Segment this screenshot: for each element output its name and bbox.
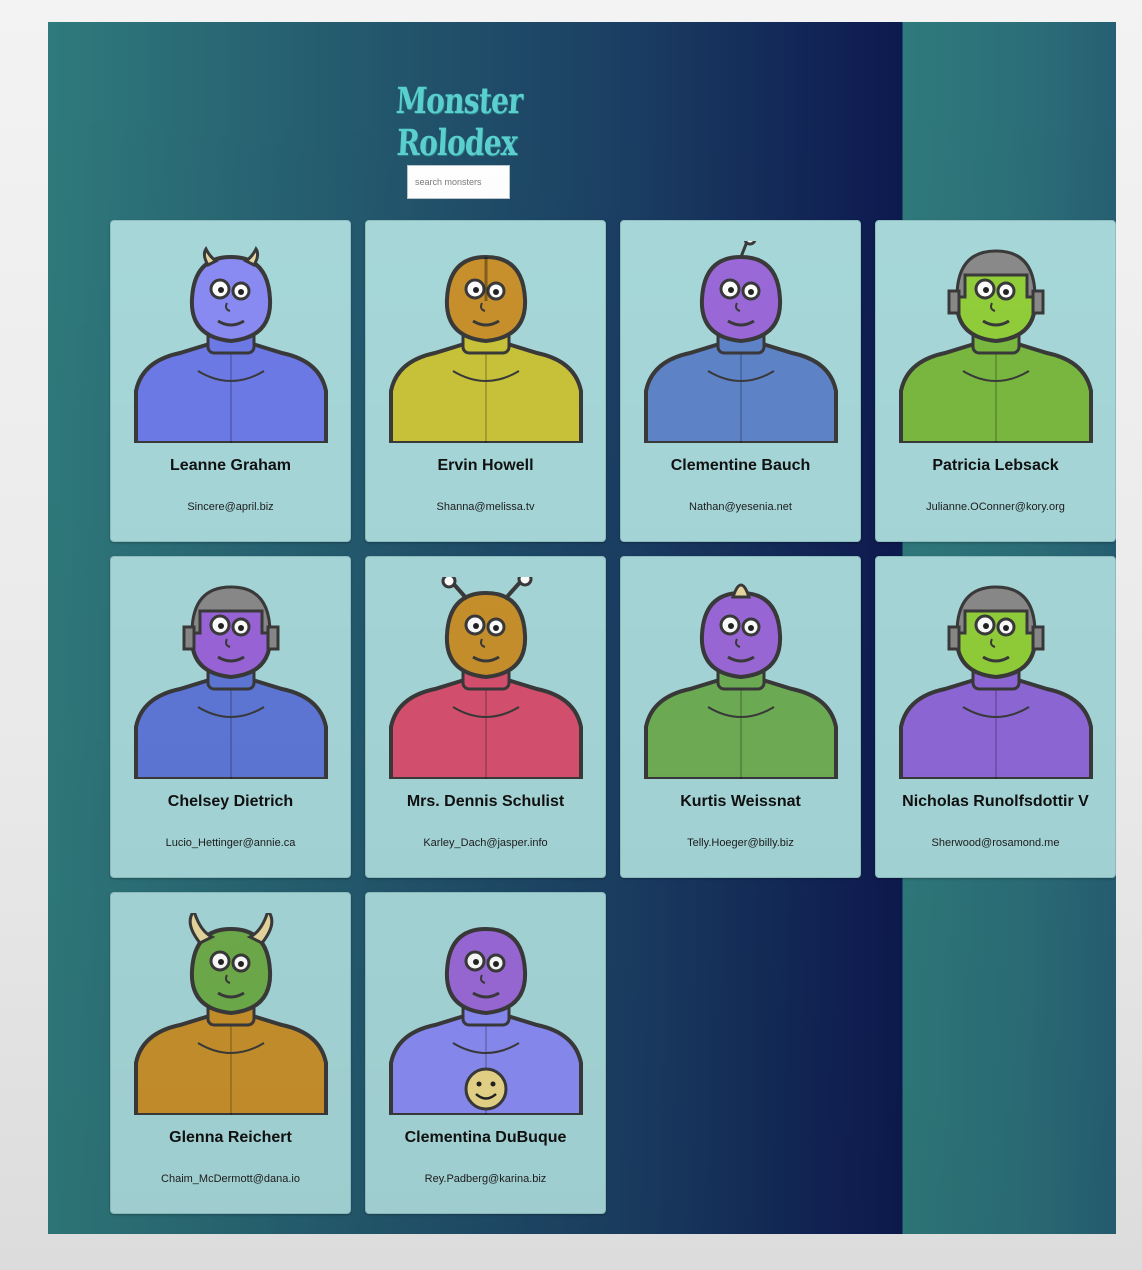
monster-avatar-image: [899, 585, 1093, 779]
monster-name: Clementina DuBuque: [404, 1129, 567, 1146]
monster-avatar-image: [134, 585, 328, 779]
monster-name: Ervin Howell: [437, 457, 534, 474]
search-input[interactable]: [407, 165, 510, 199]
monster-avatar-image: [389, 254, 583, 443]
page-title: Monster Rolodex: [394, 80, 524, 164]
monster-name: Glenna Reichert: [169, 1129, 292, 1146]
monster-card[interactable]: Mrs. Dennis Schulist Karley_Dach@jasper.…: [365, 556, 606, 878]
monster-card[interactable]: Clementine Bauch Nathan@yesenia.net: [620, 220, 861, 542]
monster-avatar-image: [134, 913, 328, 1115]
monster-avatar-image: [644, 241, 838, 443]
monster-card[interactable]: Kurtis Weissnat Telly.Hoeger@billy.biz: [620, 556, 861, 878]
monster-avatar-image: [644, 583, 838, 779]
monster-email: Nathan@yesenia.net: [689, 501, 792, 513]
monster-card[interactable]: Clementina DuBuque Rey.Padberg@karina.bi…: [365, 892, 606, 1214]
monster-name: Clementine Bauch: [670, 457, 811, 474]
monster-card[interactable]: Chelsey Dietrich Lucio_Hettinger@annie.c…: [110, 556, 351, 878]
monster-card[interactable]: Leanne Graham Sincere@april.biz: [110, 220, 351, 542]
monster-card[interactable]: Nicholas Runolfsdottir V Sherwood@rosamo…: [875, 556, 1116, 878]
monster-avatar-image: [389, 577, 583, 779]
monster-name: Patricia Lebsack: [932, 457, 1059, 474]
monster-name: Kurtis Weissnat: [680, 793, 801, 810]
monster-email: Sincere@april.biz: [187, 501, 274, 513]
monster-avatar-image: [899, 249, 1093, 443]
monster-name: Nicholas Runolfsdottir V: [902, 793, 1089, 810]
monster-name: Mrs. Dennis Schulist: [406, 793, 565, 810]
monster-email: Julianne.OConner@kory.org: [926, 501, 1065, 513]
monster-email: Chaim_McDermott@dana.io: [161, 1173, 300, 1185]
monster-card[interactable]: Patricia Lebsack Julianne.OConner@kory.o…: [875, 220, 1116, 542]
monster-email: Telly.Hoeger@billy.biz: [687, 837, 794, 849]
monster-card-list: Leanne Graham Sincere@april.biz Ervin Ho…: [110, 220, 1116, 1214]
monster-email: Rey.Padberg@karina.biz: [424, 1173, 547, 1185]
monster-card[interactable]: Glenna Reichert Chaim_McDermott@dana.io: [110, 892, 351, 1214]
monster-avatar-image: [134, 246, 328, 443]
app-viewport: Monster Rolodex search monsters Leanne G…: [48, 22, 1116, 1234]
monster-card[interactable]: Ervin Howell Shanna@melissa.tv: [365, 220, 606, 542]
monster-name: Leanne Graham: [170, 457, 291, 474]
monster-email: Sherwood@rosamond.me: [931, 837, 1060, 849]
monster-name: Chelsey Dietrich: [167, 793, 294, 810]
monster-email: Shanna@melissa.tv: [436, 501, 535, 513]
monster-email: Karley_Dach@jasper.info: [423, 837, 548, 849]
monster-avatar-image: [389, 926, 583, 1115]
monster-email: Lucio_Hettinger@annie.ca: [165, 837, 296, 849]
